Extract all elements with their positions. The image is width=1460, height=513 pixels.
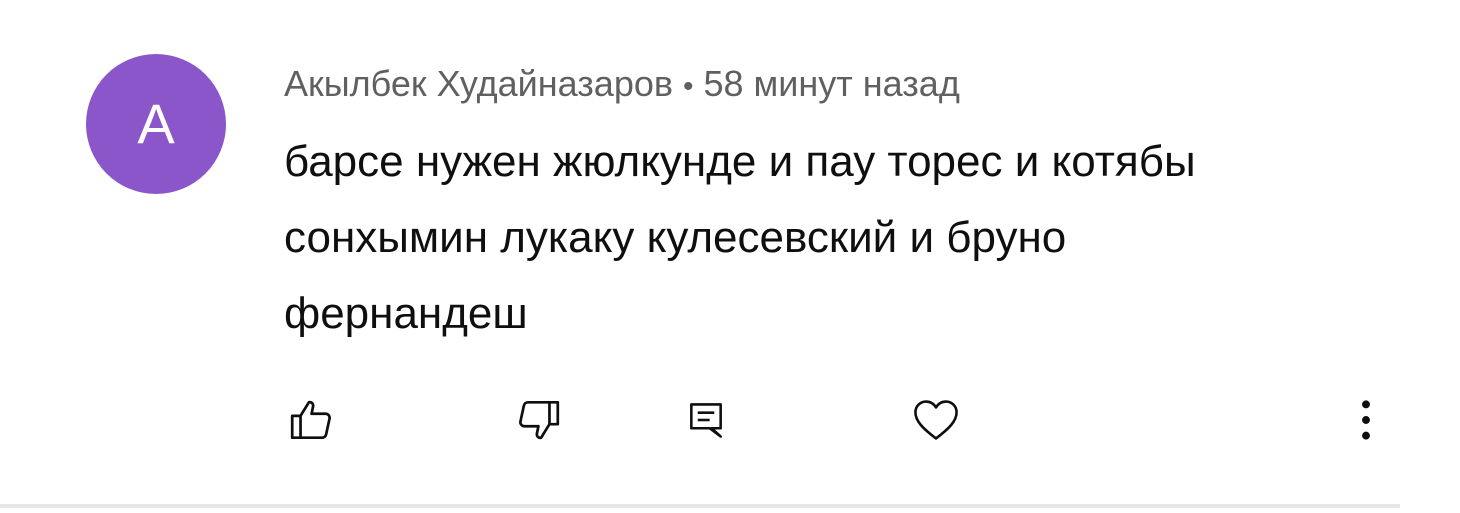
- comment-line: сонхымин лукаку кулесевский и бруно: [284, 213, 1067, 262]
- heart-button[interactable]: [904, 388, 968, 452]
- avatar[interactable]: A: [86, 54, 226, 194]
- thumbs-down-icon: [519, 400, 560, 440]
- more-options-button[interactable]: [1334, 388, 1398, 452]
- comment-timestamp[interactable]: 58 минут назад: [704, 63, 960, 104]
- author-name[interactable]: Акылбек Худайназаров: [284, 63, 673, 104]
- comment-meta: Акылбек Худайназаров • 58 минут назад: [284, 60, 960, 111]
- avatar-letter: A: [137, 92, 175, 155]
- thumbs-up-icon: [290, 400, 331, 440]
- dislike-button[interactable]: [506, 388, 570, 452]
- comment-line: барсе нужен жюлкунде и пау торес и котяб…: [284, 137, 1196, 186]
- comment-line: фернандеш: [284, 289, 528, 338]
- like-button[interactable]: [280, 388, 344, 452]
- heart-icon: [914, 400, 958, 440]
- reply-icon: [690, 403, 722, 438]
- meta-separator: •: [683, 70, 694, 103]
- comment-card: A Акылбек Худайназаров • 58 минут назад ба…: [0, 0, 1460, 513]
- divider: [0, 504, 1400, 508]
- more-vertical-icon: [1362, 400, 1370, 440]
- reply-button[interactable]: [674, 388, 738, 452]
- comment-actions: [0, 388, 1460, 458]
- comment-text: барсе нужен жюлкунде и пау торес и котяб…: [284, 124, 1404, 352]
